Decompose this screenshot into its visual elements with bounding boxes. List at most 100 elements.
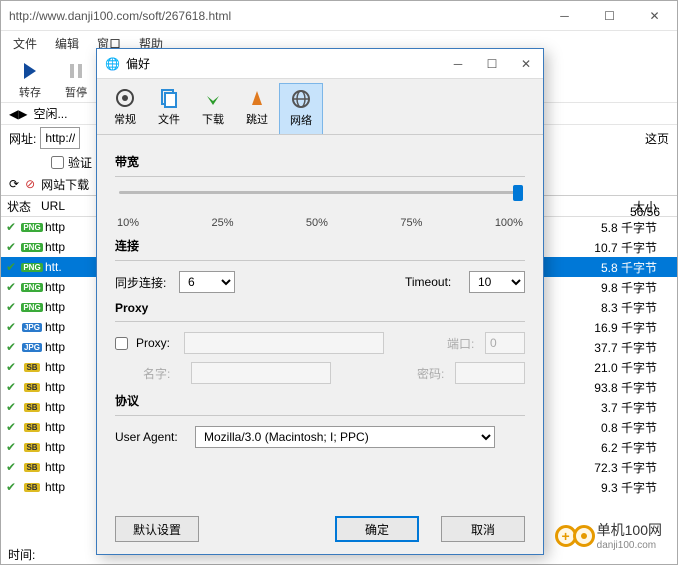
header-status[interactable]: 状态 [1,198,39,215]
dialog-tabs: 常规 文件 下载 跳过 网络 [97,79,543,135]
dialog-titlebar: 🌐 偏好 ─ ☐ ✕ [97,49,543,79]
tab-network[interactable]: 网络 [279,83,323,134]
tab-general[interactable]: 常规 [103,83,147,134]
check-icon: ✔ [6,340,16,354]
tab-download[interactable]: 下载 [191,83,235,134]
row-size: 16.9 千字节 [567,319,677,336]
user-label: 名字: [143,365,183,382]
watermark-name: 单机100网 [597,520,662,540]
check-icon: ✔ [6,320,16,334]
menu-edit[interactable]: 编辑 [55,35,79,51]
refresh-icon[interactable]: ⟳ [9,177,19,191]
pause-button[interactable]: 暂停 [55,58,97,100]
check-icon: ✔ [6,460,16,474]
row-size: 37.7 千字节 [567,339,677,356]
cancel-icon[interactable]: ⊘ [25,177,35,191]
watermark-logo-icon: + [555,525,591,547]
sync-select[interactable]: 6 [179,271,235,293]
row-size: 93.8 千字节 [567,379,677,396]
check-icon: ✔ [6,300,16,314]
filetype-icon: SB [24,483,39,492]
row-size: 8.3 千字节 [567,299,677,316]
counter: 56/56 [630,205,660,219]
proxy-label: Proxy: [136,336,176,350]
sound-icon: ◀▶ [9,107,27,121]
proxy-title: Proxy [115,301,525,315]
files-icon [147,85,191,111]
slider-labels: 10% 25% 50% 75% 100% [115,217,525,229]
titlebar-url: http://www.danji100.com/soft/267618.html [9,9,542,23]
timeout-select[interactable]: 10 [469,271,525,293]
dialog-body: 带宽 10% 25% 50% 75% 100% 连接 同步连接: 6 Timeo… [97,135,543,466]
proxy-host-input[interactable] [184,332,384,354]
pass-label: 密码: [417,365,447,382]
addr-scheme-input[interactable] [40,127,80,149]
maximize-button[interactable]: ☐ [587,1,632,31]
check-icon: ✔ [6,420,16,434]
row-size: 6.2 千字节 [567,439,677,456]
cancel-button[interactable]: 取消 [441,516,525,542]
close-button[interactable]: ✕ [632,1,677,31]
dialog-minimize[interactable]: ─ [441,49,475,79]
row-size: 21.0 千字节 [567,359,677,376]
check-icon: ✔ [6,280,16,294]
row-size: 10.7 千字节 [567,239,677,256]
filetype-icon: PNG [21,303,42,312]
thispage-label[interactable]: 这页 [645,130,669,147]
dialog-buttons: 默认设置 确定 取消 [97,516,543,542]
main-titlebar: http://www.danji100.com/soft/267618.html… [1,1,677,31]
row-size: 5.8 千字节 [567,259,677,276]
tab-files[interactable]: 文件 [147,83,191,134]
download-icon [191,85,235,111]
row-size: 9.8 千字节 [567,279,677,296]
verify-checkbox[interactable] [51,156,64,169]
bandwidth-title: 带宽 [115,153,525,170]
filetype-icon: JPG [22,343,42,352]
download-label: 网站下载 [41,176,89,193]
verify-label: 验证 [68,154,92,171]
minimize-button[interactable]: ─ [542,1,587,31]
row-size: 5.8 千字节 [567,219,677,236]
defaults-button[interactable]: 默认设置 [115,516,199,542]
filetype-icon: SB [24,403,39,412]
ua-label: User Agent: [115,430,187,444]
dialog-close[interactable]: ✕ [509,49,543,79]
preferences-dialog: 🌐 偏好 ─ ☐ ✕ 常规 文件 下载 跳过 网络 带 [96,48,544,555]
check-icon: ✔ [6,440,16,454]
tab-skip[interactable]: 跳过 [235,83,279,134]
pause-label: 暂停 [55,84,97,100]
timeout-label: Timeout: [405,275,461,289]
watermark: + 单机100网 danji100.com [555,520,662,551]
filetype-icon: JPG [22,323,42,332]
skip-icon [235,85,279,111]
menu-file[interactable]: 文件 [13,35,37,51]
check-icon: ✔ [6,360,16,374]
globe-icon [280,86,322,112]
footer-time: 时间: [8,546,35,563]
proxy-port-input[interactable] [485,332,525,354]
sync-label: 同步连接: [115,274,171,291]
proxy-checkbox[interactable] [115,337,128,350]
save-button[interactable]: 转存 [9,58,51,100]
idle-label: 空闲... [33,105,67,122]
save-label: 转存 [9,84,51,100]
ok-button[interactable]: 确定 [335,516,419,542]
filetype-icon: SB [24,463,39,472]
addr-label: 网址: [9,130,36,147]
filetype-icon: SB [24,423,39,432]
filetype-icon: PNG [21,263,42,272]
filetype-icon: SB [24,383,39,392]
row-size: 9.3 千字节 [567,479,677,496]
row-size: 3.7 千字节 [567,399,677,416]
check-icon: ✔ [6,400,16,414]
bandwidth-slider[interactable] [115,187,525,215]
header-size[interactable]: 大小 [567,198,677,215]
proxy-user-input[interactable] [191,362,331,384]
ua-select[interactable]: Mozilla/3.0 (Macintosh; I; PPC) [195,426,495,448]
filetype-icon: PNG [21,243,42,252]
row-size: 72.3 千字节 [567,459,677,476]
gear-icon [103,85,147,111]
filetype-icon: PNG [21,223,42,232]
proxy-pass-input[interactable] [455,362,525,384]
dialog-maximize[interactable]: ☐ [475,49,509,79]
